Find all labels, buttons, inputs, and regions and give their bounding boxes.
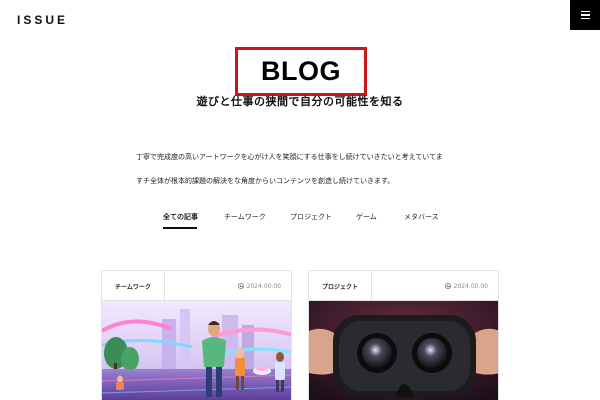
card-date: 2024.00.00	[237, 271, 281, 301]
card-header: チームワーク 2024.00.00	[102, 271, 291, 301]
tab-teamwork[interactable]: チームワーク	[224, 212, 266, 222]
vr-headset-photo	[309, 301, 498, 400]
active-tab-indicator	[163, 227, 197, 229]
card-date-text: 2024.00.00	[246, 282, 281, 290]
hamburger-menu-icon	[580, 10, 590, 13]
tab-all-articles[interactable]: 全ての記事	[163, 212, 198, 222]
page-description: 丁寧で完成度の高いアートワークを心がけ人を笑顔にする仕事をし続けていきたいと考え…	[136, 145, 476, 193]
article-card[interactable]: チームワーク 2024.00.00	[101, 270, 292, 400]
card-date: 2024.00.00	[444, 271, 488, 301]
hamburger-menu-button[interactable]	[570, 0, 600, 30]
card-date-text: 2024.00.00	[453, 282, 488, 290]
tab-project[interactable]: プロジェクト	[290, 212, 332, 222]
category-tabs: 全ての記事 チームワーク プロジェクト ゲーム メタバース	[0, 212, 600, 232]
page-title-box: BLOG	[235, 47, 367, 96]
card-category[interactable]: プロジェクト	[309, 271, 373, 301]
description-line: すチ全体が根本的課題の解決をな角度からいコンテンツを創造し続けていきます。	[136, 177, 395, 185]
card-header: プロジェクト 2024.00.00	[309, 271, 498, 301]
description-line: 丁寧で完成度の高いアートワークを心がけ人を笑顔にする仕事をし続けていきたいと考え…	[136, 153, 443, 161]
page-subtitle: 遊びと仕事の狭間で自分の可能性を知る	[196, 95, 404, 108]
clock-icon	[444, 283, 451, 289]
site-logo[interactable]: ISSUE	[17, 13, 68, 27]
page-title: BLOG	[261, 56, 341, 86]
metaverse-city-avatars-illustration	[102, 301, 291, 400]
card-category[interactable]: チームワーク	[102, 271, 165, 301]
article-card[interactable]: プロジェクト 2024.00.00	[308, 270, 499, 400]
tab-game[interactable]: ゲーム	[356, 212, 377, 222]
clock-icon	[237, 283, 244, 289]
tab-metaverse[interactable]: メタバース	[404, 212, 439, 222]
